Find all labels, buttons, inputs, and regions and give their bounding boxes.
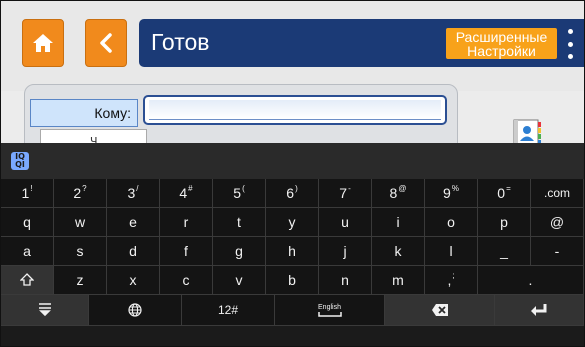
letter-row-3: z x c v b n m,;. <box>1 266 584 295</box>
key-@[interactable]: @ <box>531 208 584 237</box>
key-o[interactable]: o <box>425 208 478 237</box>
enter-key[interactable] <box>495 295 584 326</box>
key-7[interactable]: 7- <box>319 179 372 208</box>
key-3[interactable]: 3/ <box>107 179 160 208</box>
top-bar: Готов Расширенные Настройки <box>1 1 584 91</box>
letter-row-1: q w e r t y u i o p @ <box>1 208 584 237</box>
status-title: Готов <box>151 29 210 55</box>
advanced-settings-button[interactable]: Расширенные Настройки <box>446 28 557 59</box>
key-8[interactable]: 8 @ <box>372 179 425 208</box>
key-w[interactable]: w <box>54 208 107 237</box>
keyboard-toolbar: IQ QI <box>1 143 584 179</box>
key-_[interactable]: _ <box>478 237 531 266</box>
key--[interactable]: - <box>531 237 584 266</box>
virtual-keyboard: IQ QI 1! 2? 3/4 #5(6) 7-8 @9% 0 = .com qwertyuio… <box>1 143 584 346</box>
home-icon <box>33 34 53 52</box>
to-input-value <box>149 100 441 120</box>
key-9[interactable]: 9% <box>425 179 478 208</box>
key-2[interactable]: 2? <box>54 179 107 208</box>
advanced-label-line1: Расширенные <box>455 28 548 45</box>
key-5[interactable]: 5( <box>213 179 266 208</box>
key-m[interactable]: m <box>372 266 425 295</box>
key-u[interactable]: u <box>319 208 372 237</box>
back-button[interactable] <box>85 19 127 67</box>
home-button[interactable] <box>22 19 64 67</box>
advanced-label-line2: Настройки <box>467 42 536 59</box>
key-j[interactable]: j <box>319 237 372 266</box>
key-,[interactable]: ,; <box>425 266 478 295</box>
key-y[interactable]: y <box>266 208 319 237</box>
key-x[interactable]: x <box>107 266 160 295</box>
key-i[interactable]: i <box>372 208 425 237</box>
globe-icon <box>128 303 142 317</box>
key-0[interactable]: 0 = <box>478 179 531 208</box>
iq-logo-bottom: QI <box>15 160 25 169</box>
key-c[interactable]: c <box>160 266 213 295</box>
back-chevron-icon <box>100 33 112 53</box>
to-input[interactable] <box>143 95 447 125</box>
key-f[interactable]: f <box>160 237 213 266</box>
key-h[interactable]: h <box>266 237 319 266</box>
space-icon <box>317 311 342 317</box>
key-s[interactable]: s <box>54 237 107 266</box>
more-vert-icon[interactable] <box>564 29 576 59</box>
key-6[interactable]: 6) <box>266 179 319 208</box>
key-g[interactable]: g <box>213 237 266 266</box>
key-1[interactable]: 1! <box>1 179 54 208</box>
numeric-key[interactable]: 12# <box>182 295 275 326</box>
key-4[interactable]: 4 # <box>160 179 213 208</box>
key-v[interactable]: v <box>213 266 266 295</box>
key-z[interactable]: z <box>54 266 107 295</box>
shift-key[interactable] <box>1 266 54 295</box>
key-b[interactable]: b <box>266 266 319 295</box>
hide-keyboard-icon <box>38 303 51 317</box>
backspace-key[interactable] <box>385 295 495 326</box>
title-bar: Готов Расширенные Настройки <box>139 19 584 67</box>
key-t[interactable]: t <box>213 208 266 237</box>
key-n[interactable]: n <box>319 266 372 295</box>
backspace-icon <box>431 304 448 316</box>
app-screen: Готов Расширенные Настройки Кому: Ч IQ Q… <box>0 0 585 347</box>
key-e[interactable]: e <box>107 208 160 237</box>
key-l[interactable]: l <box>425 237 478 266</box>
to-label[interactable]: Кому: <box>30 99 138 127</box>
key-dotcom[interactable]: .com <box>531 179 584 208</box>
key-p[interactable]: p <box>478 208 531 237</box>
key-r[interactable]: r <box>160 208 213 237</box>
shift-icon <box>20 273 34 286</box>
space-key[interactable]: English <box>275 295 385 326</box>
hide-keyboard-key[interactable] <box>1 295 89 326</box>
bottom-row: 12# English <box>1 295 584 326</box>
space-label: English <box>318 303 341 311</box>
key-q[interactable]: q <box>1 208 54 237</box>
letter-row-2: a s d f g h j k l _ - <box>1 237 584 266</box>
iq-logo-icon[interactable]: IQ QI <box>11 152 29 170</box>
key-.[interactable]: . <box>478 266 584 295</box>
enter-icon <box>531 304 547 316</box>
key-a[interactable]: a <box>1 237 54 266</box>
number-row: 1! 2? 3/4 #5(6) 7-8 @9% 0 = .com <box>1 179 584 208</box>
key-k[interactable]: k <box>372 237 425 266</box>
language-key[interactable] <box>89 295 182 326</box>
key-d[interactable]: d <box>107 237 160 266</box>
